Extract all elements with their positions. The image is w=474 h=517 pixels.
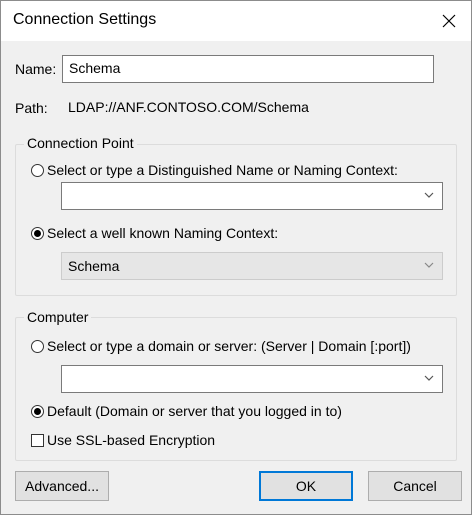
domain-server-combo[interactable]	[61, 365, 443, 393]
chevron-down-icon	[424, 375, 434, 381]
radio-default-server-label: Default (Domain or server that you logge…	[47, 403, 342, 419]
dialog-title: Connection Settings	[13, 11, 157, 28]
well-known-context-combo[interactable]: Schema	[61, 252, 443, 280]
close-button[interactable]	[433, 5, 465, 37]
radio-well-known-context[interactable]	[31, 227, 44, 240]
well-known-context-value: Schema	[68, 258, 120, 274]
radio-distinguished-name[interactable]	[31, 164, 44, 177]
advanced-button[interactable]: Advanced...	[15, 471, 109, 501]
ssl-checkbox[interactable]	[31, 434, 44, 447]
radio-domain-server-label: Select or type a domain or server: (Serv…	[47, 338, 411, 354]
name-input[interactable]: Schema	[62, 55, 434, 83]
ssl-checkbox-label: Use SSL-based Encryption	[47, 432, 216, 448]
chevron-down-icon	[424, 262, 434, 268]
chevron-down-icon	[424, 192, 434, 198]
radio-domain-server[interactable]	[31, 340, 44, 353]
connection-point-title: Connection Point	[24, 135, 137, 151]
distinguished-name-combo[interactable]	[61, 182, 443, 210]
radio-well-known-context-label: Select a well known Naming Context:	[47, 225, 279, 241]
name-label: Name:	[15, 61, 57, 77]
cancel-button[interactable]: Cancel	[368, 471, 462, 501]
path-label: Path:	[15, 100, 48, 116]
close-icon	[442, 14, 456, 28]
radio-distinguished-name-label: Select or type a Distinguished Name or N…	[47, 162, 398, 178]
radio-default-server[interactable]	[31, 405, 44, 418]
computer-title: Computer	[24, 309, 92, 325]
title-bar: Connection Settings	[1, 1, 471, 41]
ok-button[interactable]: OK	[259, 471, 353, 501]
path-value: LDAP://ANF.CONTOSO.COM/Schema	[62, 95, 434, 123]
connection-settings-dialog: Connection Settings Name: Schema Path: L…	[0, 0, 472, 515]
